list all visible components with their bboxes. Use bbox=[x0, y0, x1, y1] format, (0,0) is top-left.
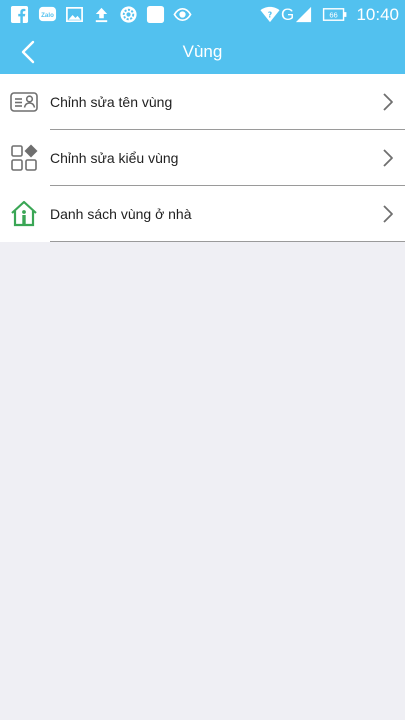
id-card-icon bbox=[10, 92, 38, 112]
status-bar: Zalo ? G 66 10:40 bbox=[0, 0, 405, 30]
battery-level: 66 bbox=[329, 10, 337, 19]
zalo-icon: Zalo bbox=[38, 6, 57, 22]
zalo-label: Zalo bbox=[41, 12, 54, 19]
chevron-right-icon bbox=[383, 205, 393, 223]
facebook-icon bbox=[10, 5, 29, 24]
menu-item-edit-zone-type[interactable]: Chỉnh sửa kiểu vùng bbox=[0, 130, 405, 186]
menu-item-edit-zone-name[interactable]: Chỉnh sửa tên vùng bbox=[0, 74, 405, 130]
menu-item-label: Chỉnh sửa tên vùng bbox=[50, 94, 173, 110]
chevron-right-icon bbox=[383, 149, 393, 167]
divider bbox=[50, 241, 405, 242]
title-bar: Vùng bbox=[0, 30, 405, 74]
settings-gear-icon bbox=[120, 6, 137, 23]
clock: 10:40 bbox=[356, 5, 399, 24]
chevron-right-icon bbox=[383, 93, 393, 111]
page-title: Vùng bbox=[182, 42, 223, 61]
menu-item-label: Chỉnh sửa kiểu vùng bbox=[50, 150, 179, 166]
menu-list: Chỉnh sửa tên vùng Chỉnh sửa kiểu vùng D… bbox=[0, 74, 405, 242]
svg-text:?: ? bbox=[268, 10, 272, 19]
image-icon bbox=[66, 6, 83, 23]
battery-icon: 66 bbox=[322, 8, 347, 21]
blank-app-icon bbox=[146, 5, 165, 24]
home-icon bbox=[11, 200, 37, 227]
menu-item-label: Danh sách vùng ở nhà bbox=[50, 206, 192, 222]
menu-item-home-zone-list[interactable]: Danh sách vùng ở nhà bbox=[0, 186, 405, 242]
upload-icon bbox=[95, 7, 108, 23]
grid-shapes-icon bbox=[11, 144, 38, 171]
signal-icon bbox=[295, 6, 312, 23]
camera-icon bbox=[173, 7, 192, 22]
network-type: G bbox=[281, 5, 295, 24]
wifi-icon: ? bbox=[260, 6, 280, 23]
